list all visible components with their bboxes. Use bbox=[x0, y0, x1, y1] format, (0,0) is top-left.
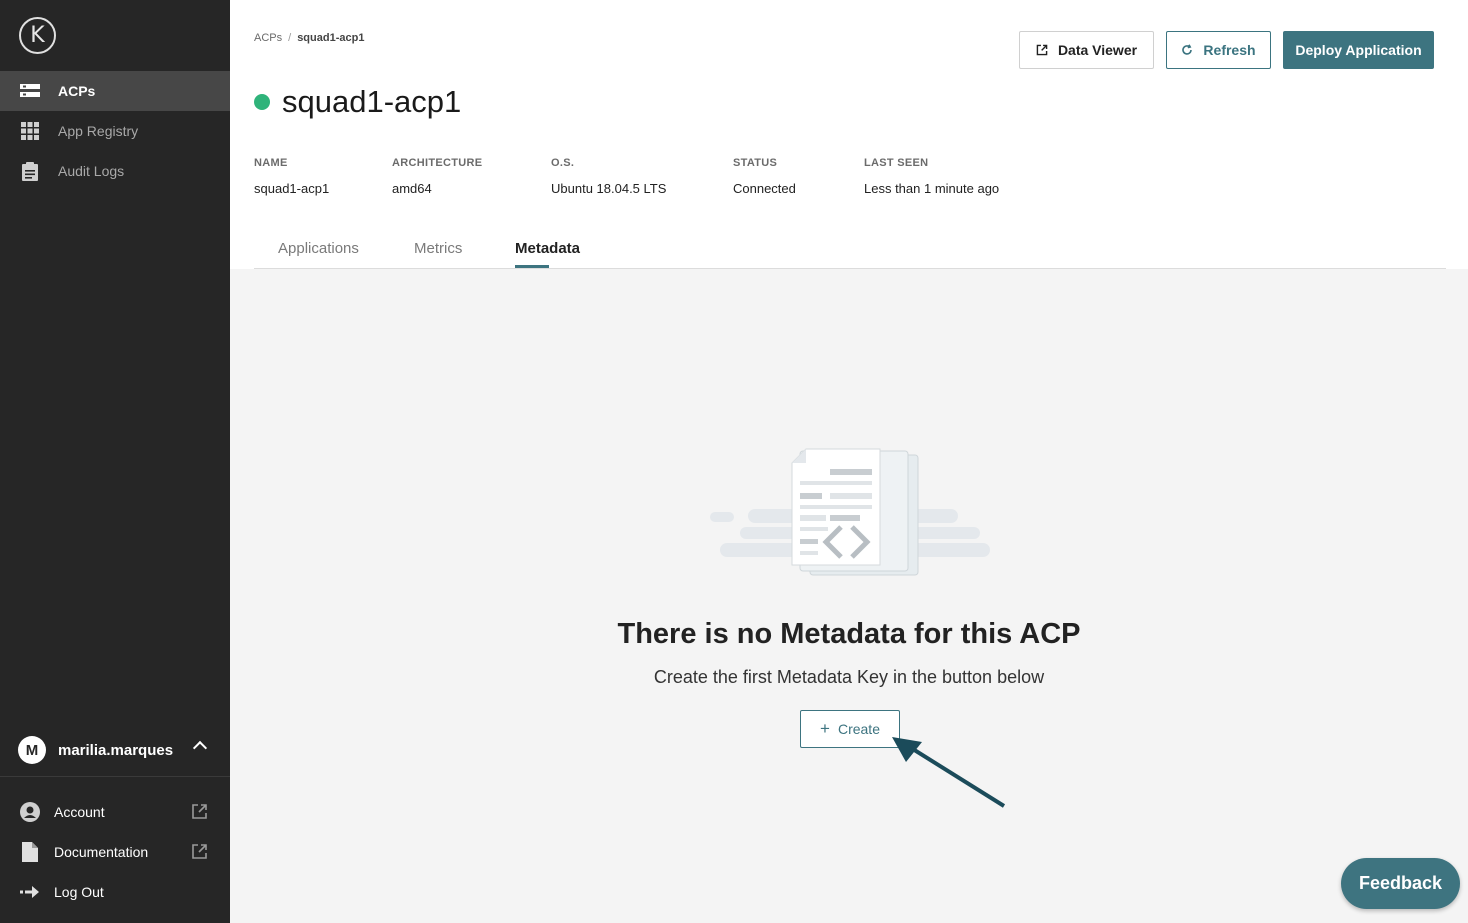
external-link-icon bbox=[191, 803, 208, 820]
logout-link[interactable]: Log Out bbox=[0, 872, 230, 912]
detail-label: NAME bbox=[254, 157, 288, 169]
refresh-icon bbox=[1181, 44, 1193, 56]
feedback-button[interactable]: Feedback bbox=[1341, 858, 1460, 909]
detail-architecture: ARCHITECTURE amd64 bbox=[392, 157, 482, 196]
documentation-label: Documentation bbox=[54, 844, 149, 860]
detail-name: NAME squad1-acp1 bbox=[254, 157, 329, 196]
sidebar: K ACPs App Registry Audit Logs M marilia… bbox=[0, 0, 230, 923]
detail-label: LAST SEEN bbox=[864, 157, 929, 169]
sidebar-item-label: ACPs bbox=[58, 83, 96, 99]
detail-label: O.S. bbox=[551, 157, 575, 169]
chevron-up-icon[interactable] bbox=[192, 740, 208, 756]
deploy-label: Deploy Application bbox=[1295, 42, 1422, 58]
detail-os: O.S. Ubuntu 18.04.5 LTS bbox=[551, 157, 666, 196]
divider bbox=[0, 776, 230, 777]
empty-state-subtitle: Create the first Metadata Key in the but… bbox=[653, 667, 1045, 687]
document-icon bbox=[20, 842, 40, 862]
logout-label: Log Out bbox=[54, 884, 104, 900]
detail-value: Connected bbox=[733, 181, 796, 196]
external-link-icon bbox=[191, 843, 208, 860]
breadcrumb-current: squad1-acp1 bbox=[297, 32, 365, 44]
account-label: Account bbox=[54, 804, 105, 820]
username: marilia.marques bbox=[58, 741, 174, 759]
logout-arrow-icon bbox=[20, 882, 40, 902]
data-viewer-label: Data Viewer bbox=[1057, 42, 1138, 58]
avatar: M bbox=[18, 736, 46, 764]
sidebar-item-audit-logs[interactable]: Audit Logs bbox=[0, 151, 230, 191]
sidebar-item-label: App Registry bbox=[58, 123, 139, 139]
tab-applications[interactable]: Applications bbox=[278, 240, 359, 257]
sidebar-item-label: Audit Logs bbox=[58, 163, 125, 179]
app-logo[interactable]: K bbox=[19, 17, 56, 54]
empty-document-illustration bbox=[710, 448, 990, 576]
metadata-panel: There is no Metadata for this ACP Create… bbox=[230, 269, 1468, 923]
detail-last-seen: LAST SEEN Less than 1 minute ago bbox=[864, 157, 999, 196]
tab-bar: Applications Metrics Metadata bbox=[254, 232, 1446, 269]
tab-active-indicator bbox=[515, 265, 549, 268]
page-header: squad1-acp1 bbox=[254, 84, 461, 120]
create-metadata-button[interactable]: + Create bbox=[800, 710, 900, 748]
deploy-application-button[interactable]: Deploy Application bbox=[1283, 31, 1434, 69]
status-indicator bbox=[254, 94, 270, 110]
detail-value: amd64 bbox=[392, 181, 432, 196]
external-link-icon bbox=[1036, 44, 1048, 56]
account-link[interactable]: Account bbox=[0, 792, 230, 832]
refresh-label: Refresh bbox=[1203, 42, 1256, 58]
detail-value: Less than 1 minute ago bbox=[864, 181, 1000, 196]
user-menu[interactable]: M marilia.marques bbox=[0, 728, 230, 772]
detail-label: ARCHITECTURE bbox=[392, 157, 483, 169]
sidebar-item-acps[interactable]: ACPs bbox=[0, 71, 230, 111]
tab-metadata[interactable]: Metadata bbox=[515, 240, 580, 257]
detail-value: Ubuntu 18.04.5 LTS bbox=[551, 181, 667, 196]
main-content: ACPs / squad1-acp1 squad1-acp1 Data Viewer… bbox=[230, 0, 1468, 923]
page-title: squad1-acp1 bbox=[282, 84, 462, 119]
tab-metrics[interactable]: Metrics bbox=[414, 240, 462, 257]
server-icon bbox=[20, 81, 40, 101]
user-circle-icon bbox=[20, 802, 40, 822]
plus-icon: + bbox=[820, 719, 830, 738]
breadcrumb: ACPs / squad1-acp1 bbox=[254, 32, 364, 44]
empty-state-title: There is no Metadata for this ACP bbox=[617, 618, 1081, 650]
detail-label: STATUS bbox=[733, 157, 778, 169]
create-label: Create bbox=[837, 721, 880, 737]
annotation-arrow-icon bbox=[892, 737, 1006, 808]
documentation-link[interactable]: Documentation bbox=[0, 832, 230, 872]
grid-icon bbox=[20, 121, 40, 141]
data-viewer-button[interactable]: Data Viewer bbox=[1019, 31, 1154, 69]
detail-status: STATUS Connected bbox=[733, 157, 796, 196]
sidebar-item-app-registry[interactable]: App Registry bbox=[0, 111, 230, 151]
breadcrumb-separator: / bbox=[288, 32, 292, 44]
detail-value: squad1-acp1 bbox=[254, 181, 330, 196]
refresh-button[interactable]: Refresh bbox=[1166, 31, 1271, 69]
logo-letter: K bbox=[30, 23, 45, 48]
clipboard-icon bbox=[20, 161, 40, 181]
breadcrumb-root[interactable]: ACPs bbox=[254, 32, 282, 44]
